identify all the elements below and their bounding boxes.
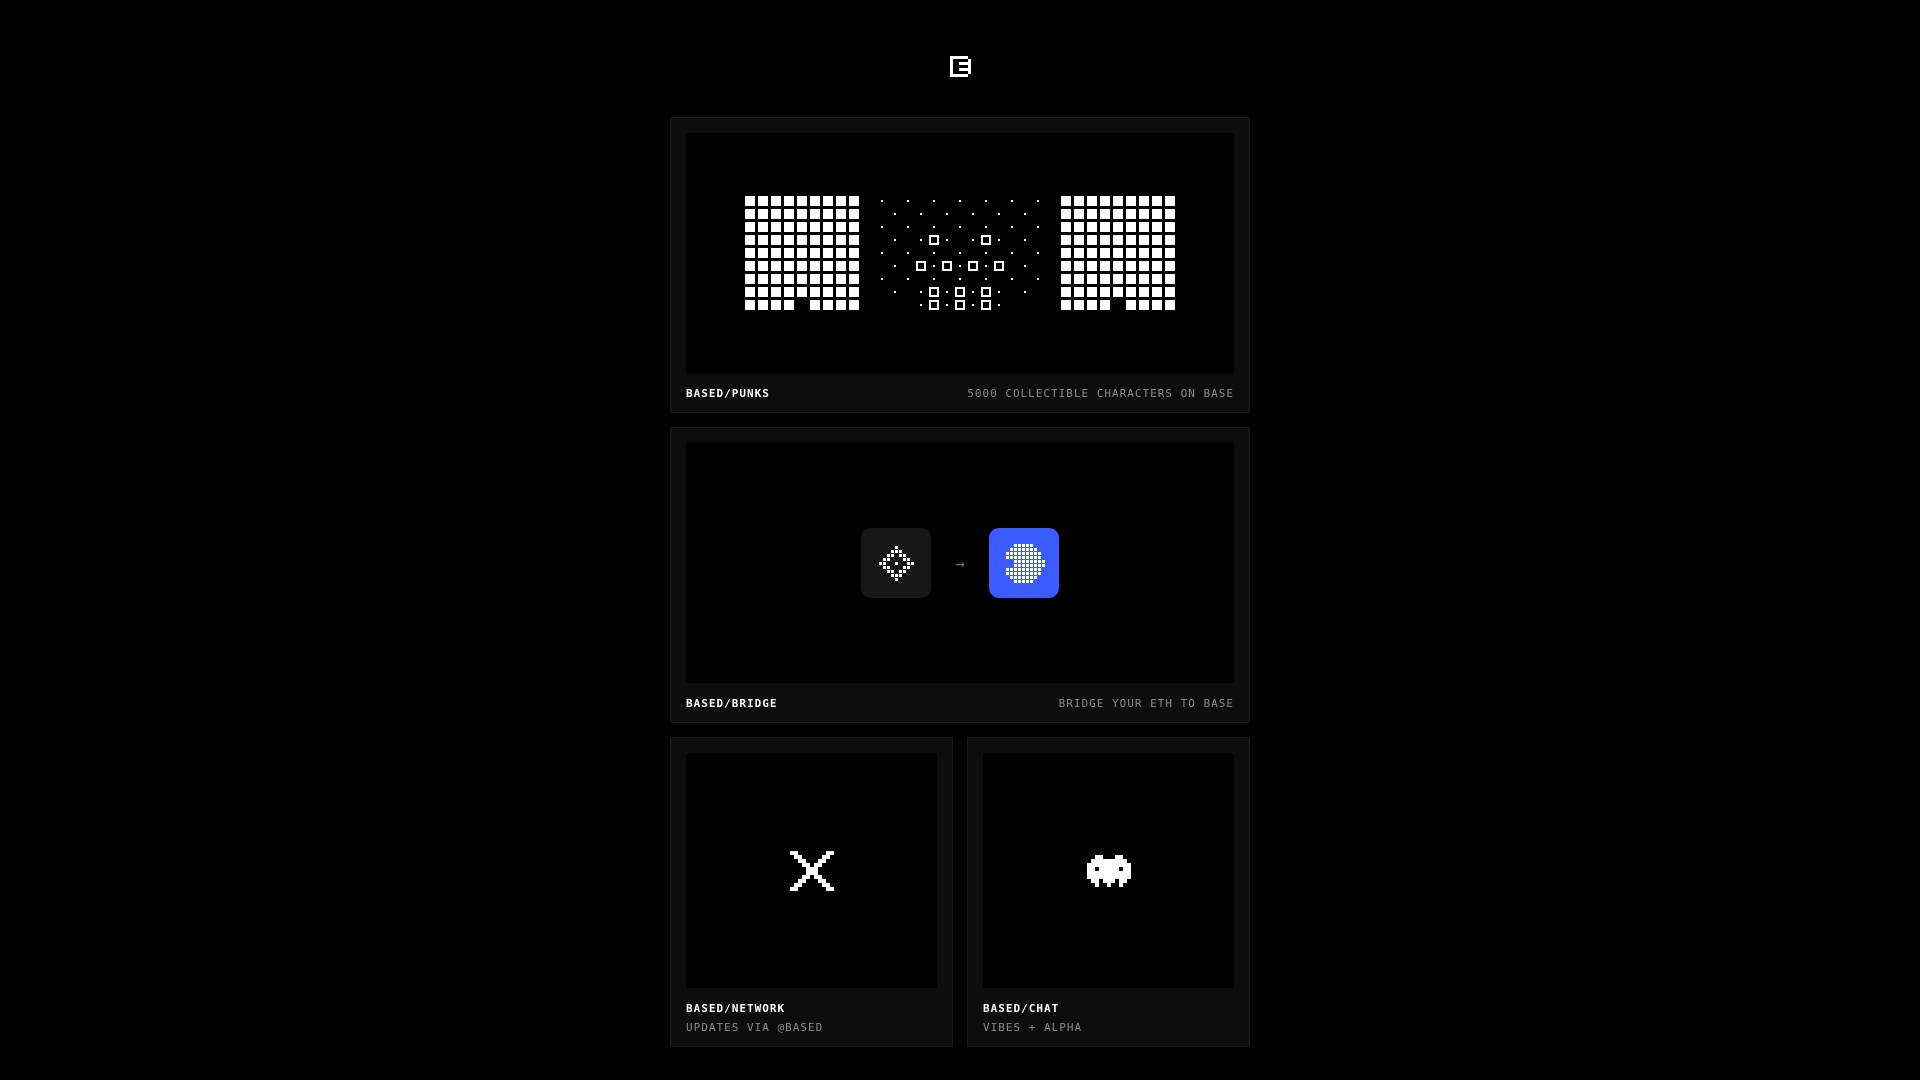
punks-block-center-icon — [877, 196, 1043, 310]
bridge-base-icon — [989, 528, 1059, 598]
card-network[interactable]: BASED/NETWORK UPDATES VIA @BASED — [670, 737, 953, 1047]
card-chat-artwork — [983, 753, 1234, 988]
card-punks-title: BASED/PUNKS — [686, 387, 770, 400]
card-punks-subtitle: 5000 COLLECTIBLE CHARACTERS ON BASE — [967, 387, 1234, 400]
punks-block-right-icon — [1061, 196, 1175, 310]
card-bridge[interactable]: → BASED/BRIDGE BRIDGE YOUR ETH TO BASE — [670, 427, 1250, 723]
card-network-title: BASED/NETWORK — [686, 1002, 785, 1015]
card-punks-artwork — [686, 133, 1234, 373]
card-bridge-artwork: → — [686, 443, 1234, 683]
card-punks[interactable]: BASED/PUNKS 5000 COLLECTIBLE CHARACTERS … — [670, 117, 1250, 413]
card-grid: BASED/PUNKS 5000 COLLECTIBLE CHARACTERS … — [670, 117, 1250, 1047]
bridge-eth-icon — [861, 528, 931, 598]
punks-block-left-icon — [745, 196, 859, 310]
brand-logo-icon — [950, 56, 971, 77]
alien-icon — [1083, 855, 1135, 887]
card-chat-subtitle: VIBES + ALPHA — [983, 1021, 1082, 1034]
header — [0, 0, 1920, 117]
card-network-subtitle: UPDATES VIA @BASED — [686, 1021, 823, 1034]
card-bridge-title: BASED/BRIDGE — [686, 697, 777, 710]
arrow-right-icon: → — [955, 554, 965, 573]
x-icon — [790, 851, 834, 891]
card-chat[interactable]: BASED/CHAT VIBES + ALPHA — [967, 737, 1250, 1047]
card-network-artwork — [686, 753, 937, 988]
card-chat-title: BASED/CHAT — [983, 1002, 1059, 1015]
card-bridge-subtitle: BRIDGE YOUR ETH TO BASE — [1059, 697, 1234, 710]
